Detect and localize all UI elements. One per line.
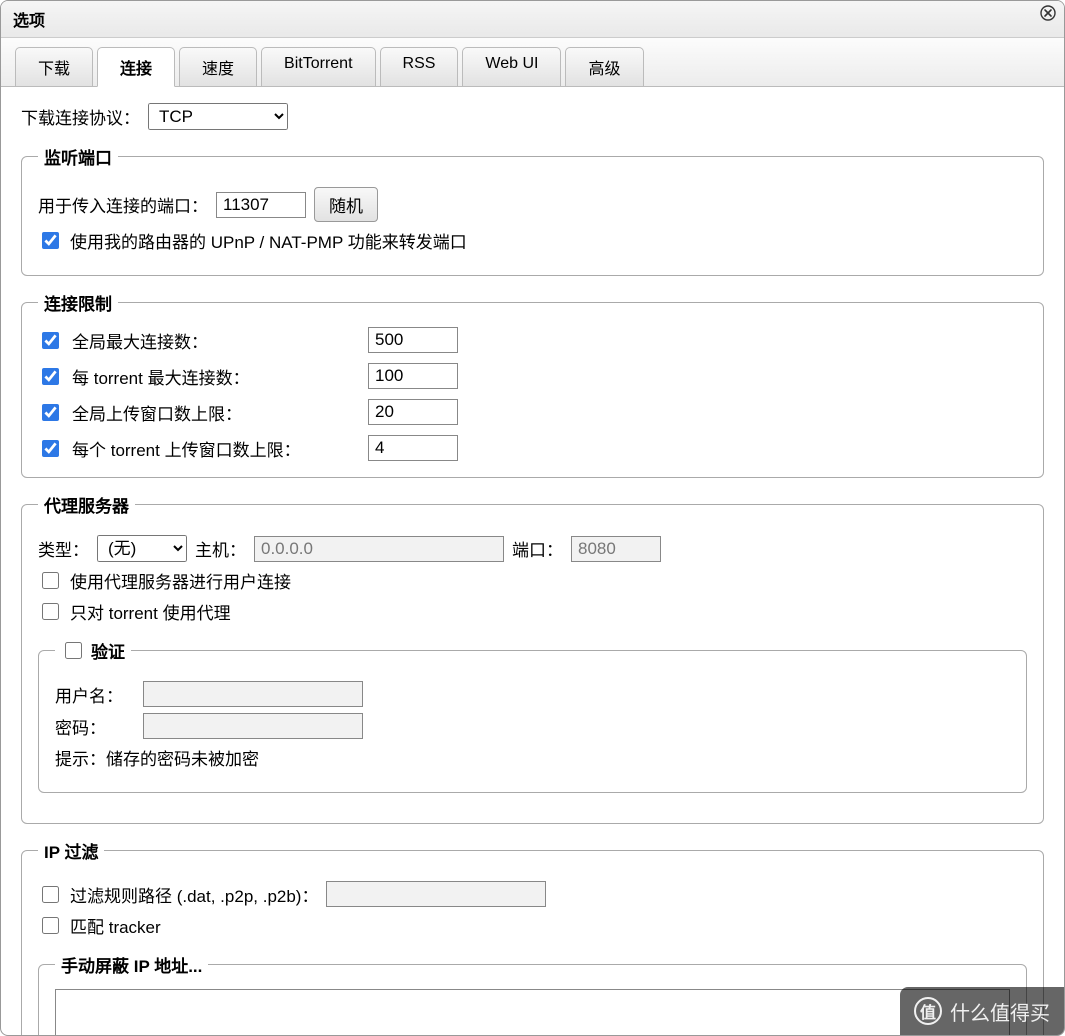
watermark-badge-icon: 值: [914, 997, 942, 1025]
tab-download[interactable]: 下载: [15, 47, 93, 87]
tab-connection[interactable]: 连接: [97, 47, 175, 87]
ipfilter-path-label: 过滤规则路径 (.dat, .p2p, .p2b)：: [70, 882, 318, 907]
proxy-user-input[interactable]: [143, 681, 363, 707]
tab-bar: 下载 连接 速度 BitTorrent RSS Web UI 高级: [1, 38, 1064, 87]
tab-rss[interactable]: RSS: [380, 47, 459, 87]
legend-listen-port: 监听端口: [38, 144, 118, 169]
per-torrent-upload-checkbox[interactable]: [42, 440, 59, 457]
dialog-title: 选项: [13, 13, 45, 30]
per-torrent-max-conn-input[interactable]: [368, 363, 458, 389]
legend-connection-limits: 连接限制: [38, 290, 118, 315]
upnp-label: 使用我的路由器的 UPnP / NAT-PMP 功能来转发端口: [70, 228, 467, 253]
ipfilter-tracker-label: 匹配 tracker: [70, 913, 161, 938]
proxy-torrent-only-label: 只对 torrent 使用代理: [70, 599, 231, 624]
incoming-port-input[interactable]: [216, 192, 306, 218]
manual-block-textarea[interactable]: [55, 989, 1010, 1035]
fieldset-proxy-auth: 验证 用户名： 密码： 提示：储存的密码未被加密: [38, 638, 1027, 793]
proxy-port-input[interactable]: [571, 536, 661, 562]
tab-bittorrent[interactable]: BitTorrent: [261, 47, 375, 87]
options-dialog: 选项 下载 连接 速度 BitTorrent RSS Web UI 高级 下载连…: [0, 0, 1065, 1036]
fieldset-listen-port: 监听端口 用于传入连接的端口： 随机 使用我的路由器的 UPnP / NAT-P…: [21, 144, 1044, 276]
legend-manual-block: 手动屏蔽 IP 地址...: [55, 952, 208, 977]
dialog-titlebar: 选项: [1, 1, 1064, 38]
legend-proxy: 代理服务器: [38, 492, 135, 517]
legend-proxy-auth: 验证: [91, 638, 125, 663]
upnp-checkbox[interactable]: [42, 232, 59, 249]
global-upload-slots-checkbox[interactable]: [42, 404, 59, 421]
ipfilter-path-input[interactable]: [326, 881, 546, 907]
incoming-port-label: 用于传入连接的端口：: [38, 192, 208, 217]
per-torrent-max-conn-checkbox[interactable]: [42, 368, 59, 385]
proxy-torrent-only-checkbox[interactable]: [42, 603, 59, 620]
global-upload-slots-input[interactable]: [368, 399, 458, 425]
per-torrent-max-conn-label: 每 torrent 最大连接数：: [72, 364, 250, 389]
per-torrent-upload-input[interactable]: [368, 435, 458, 461]
proxy-port-label: 端口：: [512, 536, 563, 561]
proxy-pass-input[interactable]: [143, 713, 363, 739]
fieldset-connection-limits: 连接限制 全局最大连接数： 每 torrent 最大连接数： 全局上传窗口数上限…: [21, 290, 1044, 478]
protocol-select[interactable]: TCP: [148, 103, 288, 130]
proxy-host-input[interactable]: [254, 536, 504, 562]
close-icon[interactable]: [1040, 5, 1056, 26]
proxy-host-label: 主机：: [195, 536, 246, 561]
proxy-peer-label: 使用代理服务器进行用户连接: [70, 568, 291, 593]
fieldset-ip-filter: IP 过滤 过滤规则路径 (.dat, .p2p, .p2b)： 匹配 trac…: [21, 838, 1044, 1035]
ipfilter-path-checkbox[interactable]: [42, 886, 59, 903]
watermark-overlay: 值 什么值得买: [900, 987, 1064, 1035]
protocol-label: 下载连接协议：: [21, 104, 140, 129]
per-torrent-upload-label: 每个 torrent 上传窗口数上限：: [72, 436, 301, 461]
global-upload-slots-label: 全局上传窗口数上限：: [72, 400, 242, 425]
dialog-content: 下载连接协议： TCP 监听端口 用于传入连接的端口： 随机 使用我的路由器的 …: [1, 87, 1064, 1035]
proxy-type-label: 类型：: [38, 536, 89, 561]
proxy-auth-checkbox[interactable]: [65, 642, 82, 659]
global-max-conn-label: 全局最大连接数：: [72, 328, 208, 353]
random-port-button[interactable]: 随机: [314, 187, 378, 222]
proxy-peer-checkbox[interactable]: [42, 572, 59, 589]
tab-advanced[interactable]: 高级: [565, 47, 643, 87]
legend-ip-filter: IP 过滤: [38, 838, 104, 863]
fieldset-proxy: 代理服务器 类型： (无) 主机： 端口： 使用代理服务器进行用户连接 只对 t…: [21, 492, 1044, 824]
watermark-text: 什么值得买: [950, 997, 1050, 1026]
global-max-conn-checkbox[interactable]: [42, 332, 59, 349]
tab-webui[interactable]: Web UI: [462, 47, 561, 87]
proxy-pass-label: 密码：: [55, 714, 135, 739]
ipfilter-tracker-checkbox[interactable]: [42, 917, 59, 934]
tab-speed[interactable]: 速度: [179, 47, 257, 87]
proxy-user-label: 用户名：: [55, 682, 135, 707]
global-max-conn-input[interactable]: [368, 327, 458, 353]
fieldset-manual-block: 手动屏蔽 IP 地址...: [38, 952, 1027, 1035]
proxy-auth-hint: 提示：储存的密码未被加密: [55, 745, 259, 770]
proxy-type-select[interactable]: (无): [97, 535, 187, 562]
